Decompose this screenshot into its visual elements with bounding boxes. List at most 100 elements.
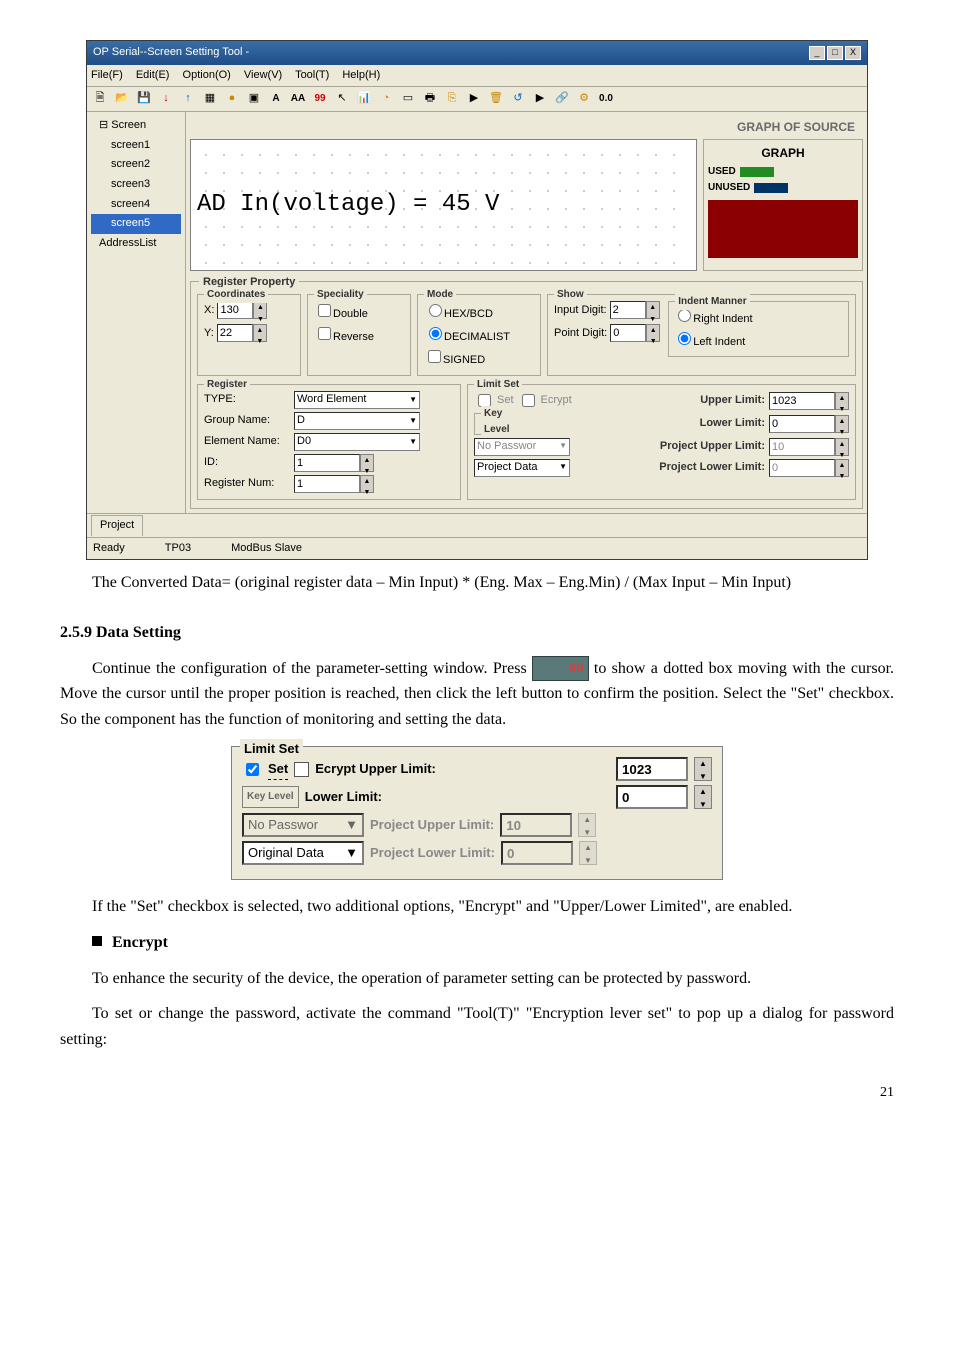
copy-icon[interactable]: ⎘ bbox=[443, 90, 461, 108]
menu-view[interactable]: View(V) bbox=[244, 69, 282, 81]
zoom-value: 0.0 bbox=[597, 90, 615, 108]
type-dropdown[interactable]: Word Element▼ bbox=[294, 391, 420, 409]
close-button[interactable]: X bbox=[845, 46, 861, 60]
grid-icon[interactable]: ▦ bbox=[201, 90, 219, 108]
refresh-icon[interactable]: ↺ bbox=[509, 90, 527, 108]
main-area: ⊟ Screen screen1 screen2 screen3 screen4… bbox=[87, 112, 867, 513]
mode-group: Mode HEX/BCD DECIMALIST SIGNED bbox=[417, 294, 541, 376]
panel-project-upper-limit-input bbox=[500, 813, 572, 837]
id-input[interactable] bbox=[294, 454, 360, 472]
panel-key-level-box: Key Level bbox=[242, 786, 299, 808]
panel-set-checkbox[interactable] bbox=[246, 763, 259, 776]
point-digit-input[interactable] bbox=[610, 324, 646, 342]
link-icon[interactable]: 🔗 bbox=[553, 90, 571, 108]
menu-option[interactable]: Option(O) bbox=[183, 69, 231, 81]
tree-addresslist[interactable]: AddressList bbox=[91, 234, 181, 254]
print-icon[interactable]: 🖶 bbox=[421, 90, 439, 108]
graph-side-panel: GRAPH USED UNUSED bbox=[703, 139, 863, 271]
limit-set-panel: Limit Set Set Ecrypt Upper Limit: ▲▼ Key… bbox=[231, 746, 723, 880]
menu-edit[interactable]: Edit(E) bbox=[136, 69, 170, 81]
text-aa-icon[interactable]: AA bbox=[289, 90, 307, 108]
panel-ecrypt-checkbox[interactable] bbox=[294, 762, 309, 777]
trash-icon[interactable]: 🗑 bbox=[487, 90, 505, 108]
minimize-button[interactable]: _ bbox=[809, 46, 825, 60]
save-icon[interactable]: 💾 bbox=[135, 90, 153, 108]
toolbar-99-icon: 99 bbox=[532, 656, 588, 681]
panel-original-data-dropdown[interactable]: Original Data▼ bbox=[242, 841, 364, 865]
menu-file[interactable]: File(F) bbox=[91, 69, 123, 81]
status-tp: TP03 bbox=[165, 540, 191, 558]
text-a-icon[interactable]: A bbox=[267, 90, 285, 108]
up-arrow-icon[interactable]: ↑ bbox=[179, 90, 197, 108]
new-icon[interactable]: 🗎 bbox=[91, 90, 109, 108]
left-indent-radio[interactable] bbox=[678, 332, 691, 345]
circle-icon[interactable]: ● bbox=[223, 90, 241, 108]
right-indent-radio[interactable] bbox=[678, 309, 691, 322]
bullet-square-icon bbox=[92, 936, 102, 946]
speciality-group: Speciality Double Reverse bbox=[307, 294, 411, 376]
project-tab[interactable]: Project bbox=[91, 515, 143, 536]
panel-project-lower-limit-spinner: ▲▼ bbox=[579, 841, 597, 865]
go-icon[interactable]: ▶ bbox=[531, 90, 549, 108]
cursor-icon[interactable]: ↖ bbox=[333, 90, 351, 108]
ecrypt-checkbox[interactable] bbox=[522, 394, 535, 407]
menu-tool[interactable]: Tool(T) bbox=[295, 69, 329, 81]
register-group: Register TYPE: Word Element▼ Group Name:… bbox=[197, 384, 461, 500]
tree-screen2[interactable]: screen2 bbox=[91, 155, 181, 175]
speciality-title: Speciality bbox=[314, 287, 367, 303]
encrypt-bullet: Encrypt bbox=[92, 930, 894, 956]
tree-screen3[interactable]: screen3 bbox=[91, 175, 181, 195]
maximize-button[interactable]: □ bbox=[827, 46, 843, 60]
limit-set-group: Limit Set Set Ecrypt Upper Limit: ▲▼ Key… bbox=[467, 384, 856, 500]
right-indent-label: Right Indent bbox=[693, 313, 752, 325]
project-lower-limit-input[interactable] bbox=[769, 459, 835, 477]
signed-checkbox[interactable] bbox=[428, 350, 441, 363]
double-checkbox[interactable] bbox=[318, 304, 331, 317]
panel-upper-limit-input[interactable] bbox=[616, 757, 688, 781]
project-data-dropdown[interactable]: Project Data▼ bbox=[474, 459, 570, 477]
x-input[interactable] bbox=[217, 301, 253, 319]
panel-lower-limit-input[interactable] bbox=[616, 785, 688, 809]
menubar: File(F) Edit(E) Option(O) View(V) Tool(T… bbox=[87, 65, 867, 88]
pie-icon[interactable]: ◔ bbox=[377, 90, 395, 108]
open-icon[interactable]: 📂 bbox=[113, 90, 131, 108]
paragraph-converted-data: The Converted Data= (original register d… bbox=[60, 570, 894, 596]
text-99-icon[interactable]: 99 bbox=[311, 90, 329, 108]
reverse-checkbox[interactable] bbox=[318, 327, 331, 340]
register-num-label: Register Num: bbox=[204, 475, 294, 493]
hexbcd-radio[interactable] bbox=[429, 304, 442, 317]
register-num-input[interactable] bbox=[294, 475, 360, 493]
tree-screen4[interactable]: screen4 bbox=[91, 195, 181, 215]
encrypt-label: Encrypt bbox=[112, 930, 168, 956]
down-arrow-icon[interactable]: ↓ bbox=[157, 90, 175, 108]
tree-screen1[interactable]: screen1 bbox=[91, 136, 181, 156]
menu-help[interactable]: Help(H) bbox=[342, 69, 380, 81]
chart-icon[interactable]: 📊 bbox=[355, 90, 373, 108]
x-label: X: bbox=[204, 304, 214, 316]
y-label: Y: bbox=[204, 327, 214, 339]
tree-screen5[interactable]: screen5 bbox=[91, 214, 181, 234]
gear-icon[interactable]: ⚙ bbox=[575, 90, 593, 108]
panel-lower-limit-spinner[interactable]: ▲▼ bbox=[694, 785, 712, 809]
upper-limit-input[interactable] bbox=[769, 392, 835, 410]
lower-limit-input[interactable] bbox=[769, 415, 835, 433]
input-digit-input[interactable] bbox=[610, 301, 646, 319]
screen-canvas[interactable]: AD In(voltage) = 45 V bbox=[190, 139, 697, 271]
play-icon[interactable]: ▶ bbox=[465, 90, 483, 108]
group-name-dropdown[interactable]: D▼ bbox=[294, 412, 420, 430]
mode-title: Mode bbox=[424, 287, 456, 303]
tree-root[interactable]: ⊟ Screen bbox=[91, 116, 181, 136]
panel-no-password-dropdown[interactable]: No Passwor▼ bbox=[242, 813, 364, 837]
status-modbus: ModBus Slave bbox=[231, 540, 302, 558]
decimalist-radio[interactable] bbox=[429, 327, 442, 340]
y-input[interactable] bbox=[217, 324, 253, 342]
square-icon[interactable]: ▣ bbox=[245, 90, 263, 108]
panel-upper-limit-spinner[interactable]: ▲▼ bbox=[694, 757, 712, 781]
project-upper-limit-input[interactable] bbox=[769, 438, 835, 456]
indent-manner-title: Indent Manner bbox=[675, 294, 749, 310]
panel-project-upper-limit-spinner: ▲▼ bbox=[578, 813, 596, 837]
no-password-dropdown[interactable]: No Passwor▼ bbox=[474, 438, 570, 456]
element-name-dropdown[interactable]: D0▼ bbox=[294, 433, 420, 451]
rect-icon[interactable]: ▭ bbox=[399, 90, 417, 108]
project-lower-limit-label: Project Lower Limit: bbox=[659, 459, 765, 477]
